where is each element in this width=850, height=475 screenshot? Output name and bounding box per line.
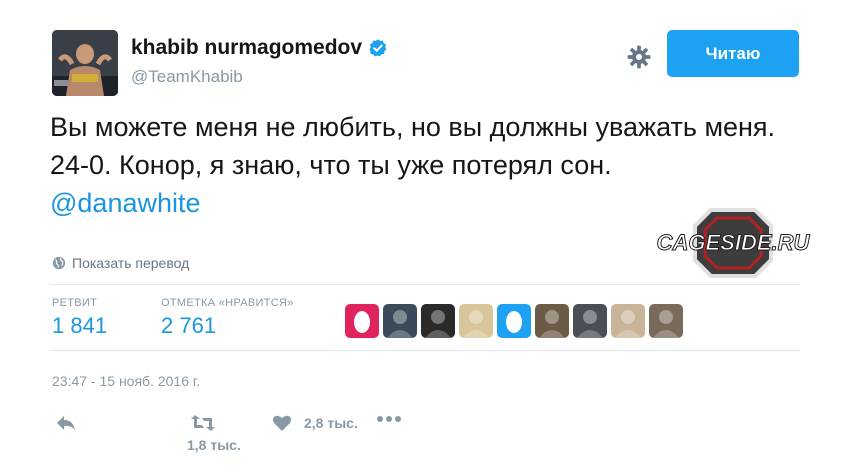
retweet-count: 1,8 тыс. <box>187 437 241 453</box>
show-translation-link[interactable]: Показать перевод <box>52 255 189 271</box>
divider-bottom <box>50 350 800 351</box>
divider-top <box>50 284 800 285</box>
reply-icon <box>57 416 75 430</box>
more-dots-icon <box>377 416 401 422</box>
likes-label: ОТМЕТКА «НРАВИТСЯ» <box>161 297 294 309</box>
more-options-button[interactable] <box>376 415 402 423</box>
retweet-icon <box>191 415 215 431</box>
likes-stat[interactable]: ОТМЕТКА «НРАВИТСЯ» 2 761 <box>161 297 294 339</box>
liker-avatar-dark[interactable] <box>383 304 417 338</box>
likers-avatars <box>345 304 683 338</box>
likes-value: 2 761 <box>161 313 217 338</box>
like-count: 2,8 тыс. <box>304 415 358 431</box>
watermark-text: CAGESIDE.RU <box>657 230 811 255</box>
user-name-row: khabib nurmagomedov <box>131 36 388 60</box>
liker-avatar-portrait[interactable] <box>421 304 455 338</box>
verified-badge-icon <box>369 39 387 57</box>
heart-icon <box>272 415 292 431</box>
show-translation-label: Показать перевод <box>72 255 190 271</box>
retweets-stat[interactable]: РЕТВИТ 1 841 <box>52 297 107 339</box>
liker-avatar-fighter[interactable] <box>649 304 683 338</box>
retweets-label: РЕТВИТ <box>52 297 98 309</box>
liker-avatar-blue-egg[interactable] <box>497 304 531 338</box>
liker-avatar-woman[interactable] <box>611 304 645 338</box>
user-avatar[interactable] <box>52 30 118 96</box>
globe-icon <box>52 256 66 270</box>
liker-avatar-man[interactable] <box>535 304 569 338</box>
mention-link[interactable]: @danawhite <box>50 184 201 222</box>
user-handle[interactable]: @TeamKhabib <box>131 67 243 87</box>
display-name[interactable]: khabib nurmagomedov <box>131 36 362 60</box>
liker-avatar-logo[interactable] <box>573 304 607 338</box>
reply-button[interactable] <box>55 414 77 432</box>
tweet-timestamp[interactable]: 23:47 - 15 нояб. 2016 г. <box>52 373 200 389</box>
following-button[interactable]: Читаю <box>667 30 799 77</box>
retweet-button[interactable] <box>190 413 216 433</box>
cageside-watermark-logo: CAGESIDE.RU <box>656 208 811 278</box>
gear-icon[interactable] <box>626 44 652 70</box>
retweets-value: 1 841 <box>52 313 108 338</box>
liker-avatar-pink-egg[interactable] <box>345 304 379 338</box>
tweet-text: Вы можете меня не любить, но вы должны у… <box>50 112 776 180</box>
like-button[interactable]: 2,8 тыс. <box>272 414 358 432</box>
liker-avatar-blond[interactable] <box>459 304 493 338</box>
avatar-image <box>52 30 118 96</box>
